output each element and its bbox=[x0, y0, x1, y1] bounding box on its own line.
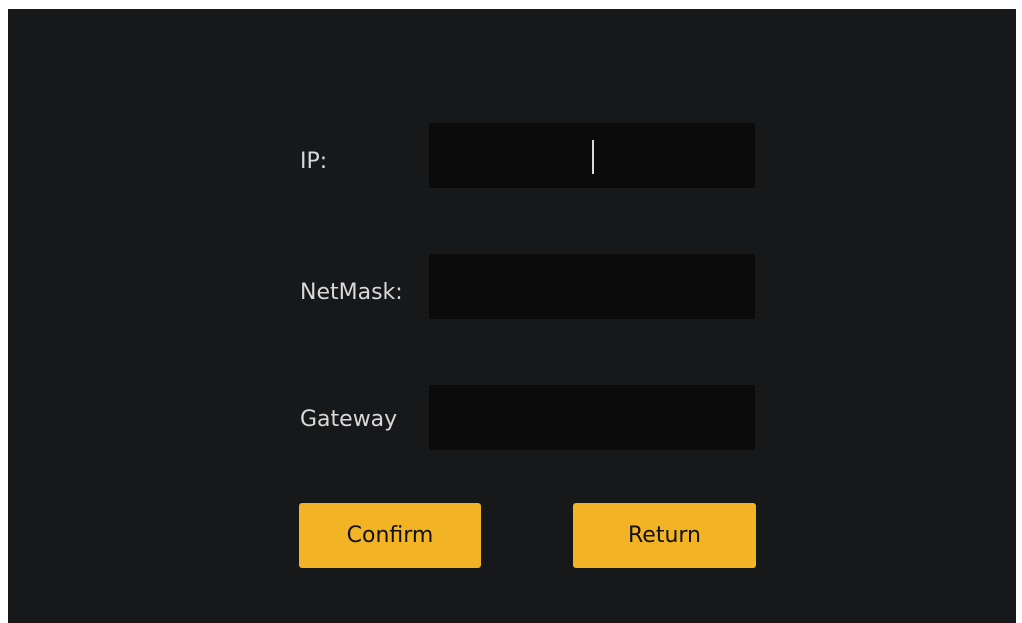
confirm-button[interactable]: Confirm bbox=[299, 503, 481, 568]
text-cursor bbox=[592, 140, 594, 174]
netmask-label: NetMask: bbox=[300, 280, 403, 305]
return-button[interactable]: Return bbox=[573, 503, 756, 568]
ip-label: IP: bbox=[300, 149, 328, 174]
gateway-label: Gateway bbox=[300, 407, 398, 432]
network-settings-panel: IP: NetMask: Gateway Confirm Return bbox=[8, 9, 1016, 623]
gateway-input[interactable] bbox=[429, 385, 755, 450]
netmask-input[interactable] bbox=[429, 254, 755, 319]
